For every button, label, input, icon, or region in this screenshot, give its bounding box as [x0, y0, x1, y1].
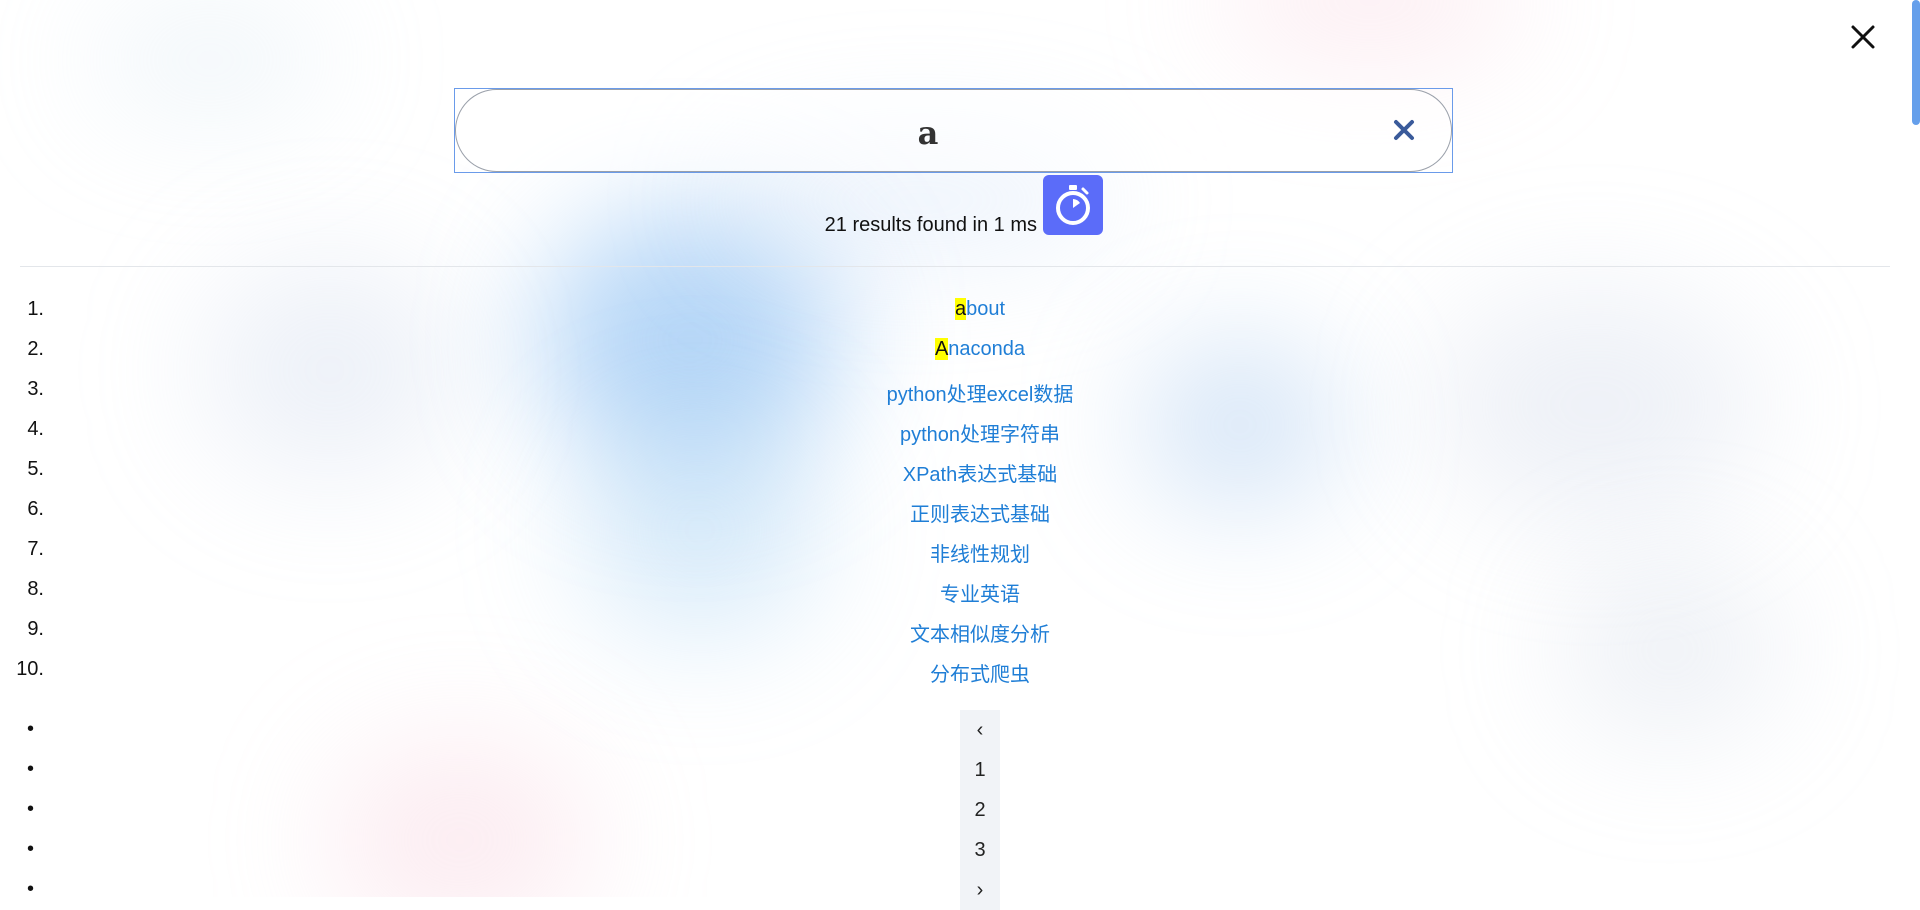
result-item: 5. XPath表达式基础: [0, 450, 1920, 490]
result-link[interactable]: 专业英语: [0, 578, 1920, 607]
result-item: 4. python处理字符串: [0, 410, 1920, 450]
pagination-item: • ›: [0, 870, 1920, 910]
divider: [20, 266, 1890, 267]
result-title: 专业英语: [940, 584, 1020, 606]
result-item: 8. 专业英语: [0, 570, 1920, 610]
result-item: 7. 非线性规划: [0, 530, 1920, 570]
prev-page-button[interactable]: ‹: [960, 710, 1000, 750]
scrollbar[interactable]: [1910, 0, 1920, 897]
result-title: 正则表达式基础: [910, 504, 1050, 526]
result-link[interactable]: about: [0, 298, 1920, 321]
results-list: 1. about 2. Anaconda 3. python处理excel数据 4. pyth…: [0, 290, 1920, 690]
close-icon[interactable]: [1848, 22, 1878, 52]
result-item: 10. 分布式爬虫: [0, 650, 1920, 690]
result-item: 1. about: [0, 290, 1920, 330]
result-item: 9. 文本相似度分析: [0, 610, 1920, 650]
result-count: 21 results found in 1 ms: [824, 214, 1037, 236]
result-link[interactable]: python处理excel数据: [0, 378, 1920, 407]
list-bullet: •: [27, 878, 35, 900]
clear-search-icon[interactable]: [1391, 117, 1417, 143]
result-title: XPath表达式基础: [902, 464, 1058, 486]
page-button-1[interactable]: 1: [960, 750, 1000, 790]
search-box: [454, 88, 1453, 175]
result-item: 6. 正则表达式基础: [0, 490, 1920, 530]
search-overlay: 21 results found in 1 ms 1.about2.Anacon…: [0, 0, 1920, 910]
result-title: bout: [966, 298, 1006, 320]
list-bullet: •: [27, 758, 35, 780]
result-title: 文本相似度分析: [910, 624, 1050, 646]
list-bullet: •: [27, 838, 35, 860]
result-title: naconda: [948, 338, 1026, 360]
match-highlight: a: [954, 298, 967, 320]
result-item: 3. python处理excel数据: [0, 370, 1920, 410]
page-button-3[interactable]: 3: [960, 830, 1000, 870]
result-title: python处理excel数据: [886, 384, 1074, 406]
result-item: 2. Anaconda: [0, 330, 1920, 370]
list-bullet: •: [27, 798, 35, 820]
result-link[interactable]: 文本相似度分析: [0, 618, 1920, 647]
result-link[interactable]: Anaconda: [0, 338, 1920, 361]
page-button-2[interactable]: 2: [960, 790, 1000, 830]
pagination-item: • 2: [0, 790, 1920, 830]
result-link[interactable]: 正则表达式基础: [0, 498, 1920, 527]
next-page-button[interactable]: ›: [960, 870, 1000, 910]
result-title: 非线性规划: [930, 544, 1030, 566]
result-link[interactable]: 非线性规划: [0, 538, 1920, 567]
search-input[interactable]: [516, 90, 1340, 175]
result-link[interactable]: 分布式爬虫: [0, 658, 1920, 687]
result-title: python处理字符串: [899, 424, 1061, 446]
result-link[interactable]: XPath表达式基础: [0, 458, 1920, 487]
stopwatch-icon: [1043, 175, 1103, 235]
list-bullet: •: [27, 718, 35, 740]
match-highlight: A: [934, 338, 949, 360]
search-pill: [455, 89, 1452, 175]
pagination: • ‹ • 1 • 2 • 3 • ›: [0, 710, 1920, 910]
scrollbar-thumb[interactable]: [1912, 0, 1920, 125]
pagination-item: • ‹: [0, 710, 1920, 750]
result-title: 分布式爬虫: [930, 664, 1030, 686]
pagination-item: • 3: [0, 830, 1920, 870]
result-link[interactable]: python处理字符串: [0, 418, 1920, 447]
pagination-item: • 1: [0, 750, 1920, 790]
